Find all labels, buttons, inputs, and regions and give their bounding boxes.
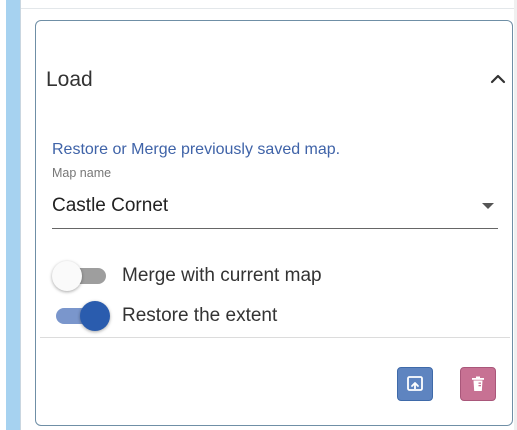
map-name-value: Castle Cornet (52, 195, 169, 216)
load-panel: Load Restore or Merge previously saved m… (35, 20, 513, 426)
actions-divider (40, 337, 510, 338)
map-name-label: Map name (52, 166, 112, 180)
toggle-knob (80, 301, 110, 331)
panel-description: Restore or Merge previously saved map. (52, 141, 341, 158)
side-divider (20, 0, 21, 430)
map-name-select[interactable]: Castle Cornet (52, 184, 498, 229)
dropdown-arrow-icon (482, 203, 494, 209)
load-map-button[interactable] (397, 367, 433, 401)
delete-map-button[interactable] (460, 367, 496, 401)
chevron-up-icon[interactable] (488, 69, 508, 89)
open-map-icon (407, 376, 423, 391)
restore-extent-toggle-row[interactable]: Restore the extent (52, 301, 382, 331)
top-divider (21, 8, 517, 9)
panel-title: Load (46, 68, 93, 91)
delete-map-icon (472, 376, 484, 391)
restore-extent-toggle[interactable] (52, 301, 110, 331)
toggle-knob (52, 261, 82, 291)
merge-toggle[interactable] (52, 261, 110, 291)
side-strip (6, 0, 20, 430)
restore-extent-toggle-label: Restore the extent (122, 305, 278, 326)
merge-toggle-row[interactable]: Merge with current map (52, 261, 382, 291)
merge-toggle-label: Merge with current map (122, 265, 322, 286)
